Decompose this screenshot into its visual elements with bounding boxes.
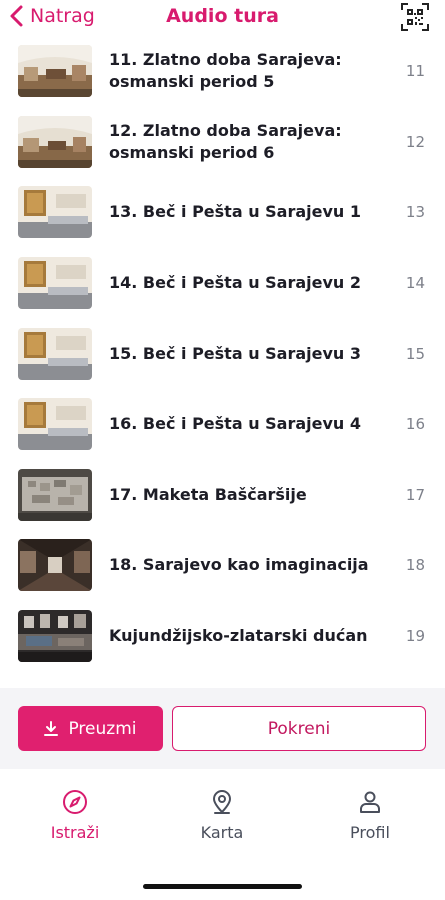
thumbnail-image (18, 257, 92, 310)
tab-label: Istraži (50, 823, 100, 842)
map-pin-icon (213, 790, 231, 814)
start-label: Pokreni (267, 718, 331, 739)
home-indicator (143, 884, 302, 889)
tab-profile[interactable]: Profil (315, 789, 425, 842)
item-number: 14 (405, 274, 425, 293)
item-title: 18. Sarajevo kao imaginacija (109, 555, 369, 575)
list-item[interactable]: 16. Beč i Pešta u Sarajevu 4 16 (0, 389, 445, 460)
item-title: 11. Zlatno doba Sarajeva: osmanski perio… (109, 50, 342, 92)
thumbnail-image (18, 398, 92, 451)
bottom-tab-bar: Istraži Karta Profil (0, 769, 445, 900)
item-number: 17 (405, 485, 425, 504)
thumbnail-image (18, 45, 92, 98)
header: Natrag Audio tura (0, 0, 445, 36)
item-number: 19 (405, 627, 425, 646)
download-button[interactable]: Preuzmi (18, 706, 163, 751)
download-icon (44, 720, 59, 736)
item-title: 13. Beč i Pešta u Sarajevu 1 (109, 202, 362, 222)
item-number: 15 (405, 344, 425, 363)
compass-icon (63, 790, 87, 814)
audio-tour-screen: Natrag Audio tura 11. Zlatno doba Saraje… (0, 0, 445, 900)
thumbnail-image (18, 539, 92, 592)
tab-label: Karta (200, 823, 244, 842)
tab-map[interactable]: Karta (167, 789, 277, 842)
thumbnail-image (18, 115, 92, 168)
tab-explore[interactable]: Istraži (20, 789, 130, 842)
list-item[interactable]: 14. Beč i Pešta u Sarajevu 2 14 (0, 248, 445, 319)
item-number: 12 (405, 132, 425, 151)
item-number: 16 (405, 415, 425, 434)
item-title: 14. Beč i Pešta u Sarajevu 2 (109, 273, 362, 293)
item-number: 13 (405, 203, 425, 222)
list-item[interactable]: 11. Zlatno doba Sarajeva: osmanski perio… (0, 36, 445, 107)
thumbnail-image (18, 186, 92, 239)
page-title: Audio tura (166, 5, 279, 27)
user-icon (360, 791, 380, 813)
item-title: 16. Beč i Pešta u Sarajevu 4 (109, 414, 362, 434)
item-title: 12. Zlatno doba Sarajeva: osmanski perio… (109, 120, 342, 162)
list-item[interactable]: 12. Zlatno doba Sarajeva: osmanski perio… (0, 107, 445, 178)
item-number: 18 (405, 556, 425, 575)
start-button[interactable]: Pokreni (172, 706, 426, 751)
item-title: 17. Maketa Baščaršije (109, 484, 307, 504)
item-title: Kujundžijsko-zlatarski dućan (109, 626, 368, 646)
list-item[interactable]: 13. Beč i Pešta u Sarajevu 1 13 (0, 177, 445, 248)
thumbnail-image (18, 468, 92, 521)
list-item[interactable]: 18. Sarajevo kao imaginacija 18 (0, 530, 445, 601)
tab-label: Profil (350, 823, 390, 842)
thumbnail-image (18, 610, 92, 663)
list-item[interactable]: Kujundžijsko-zlatarski dućan 19 (0, 601, 445, 672)
list-item[interactable]: 15. Beč i Pešta u Sarajevu 3 15 (0, 318, 445, 389)
item-number: 11 (405, 62, 425, 81)
qr-code-icon[interactable] (401, 3, 429, 31)
tour-stop-list: 11. Zlatno doba Sarajeva: osmanski perio… (0, 36, 445, 671)
item-title: 15. Beč i Pešta u Sarajevu 3 (109, 343, 362, 363)
thumbnail-image (18, 327, 92, 380)
download-label: Preuzmi (68, 718, 137, 739)
list-item[interactable]: 17. Maketa Baščaršije 17 (0, 460, 445, 531)
action-bar: Preuzmi Pokreni (0, 688, 445, 769)
